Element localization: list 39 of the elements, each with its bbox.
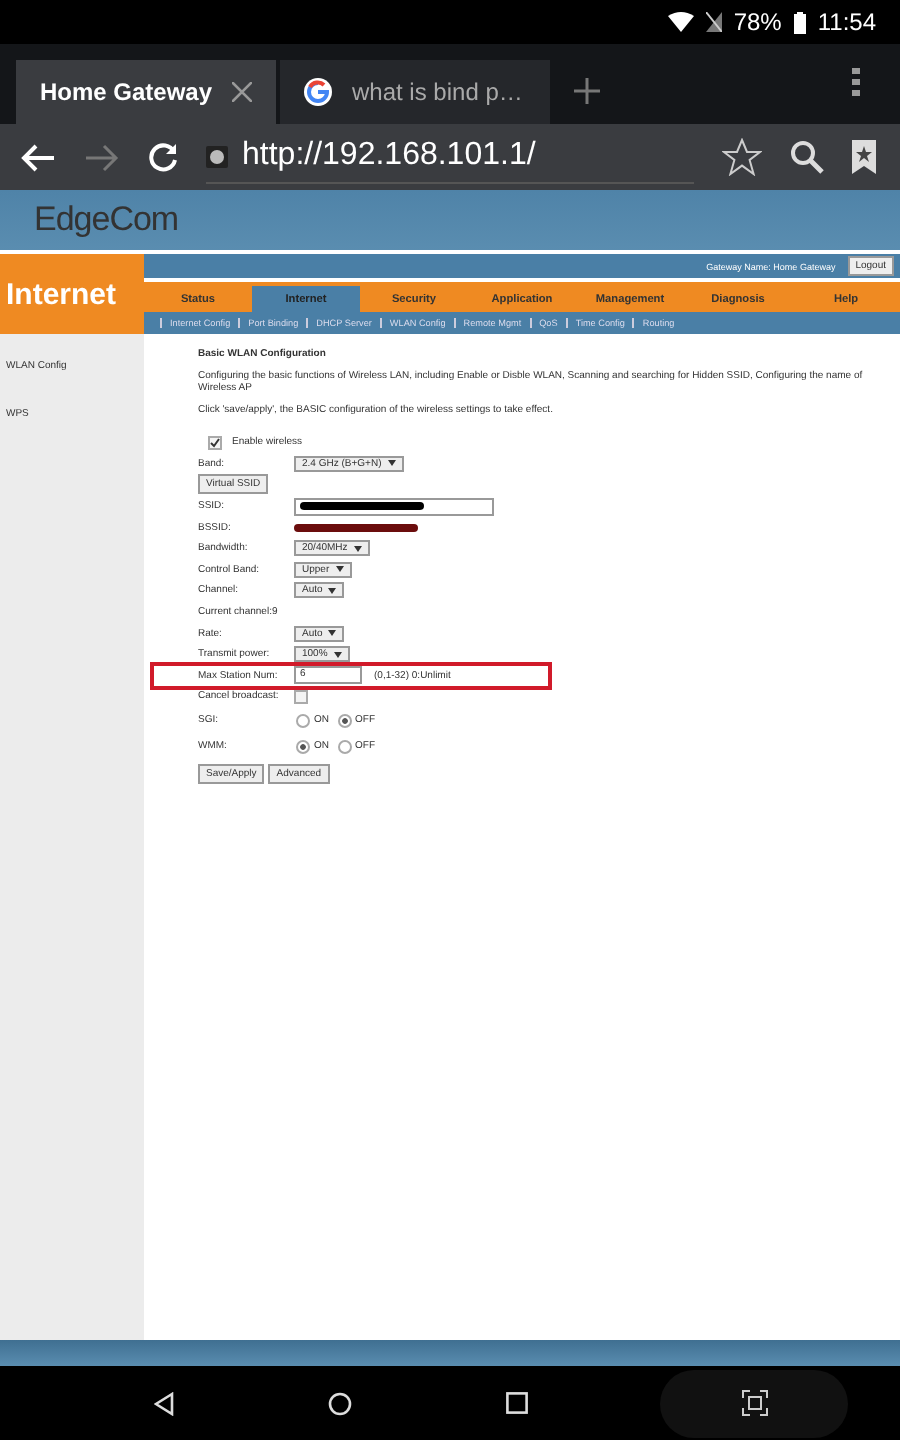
caret-icon [353, 545, 362, 552]
clock: 11:54 [817, 8, 876, 36]
recents-icon[interactable] [506, 1392, 528, 1414]
screenshot-icon [741, 1390, 767, 1416]
forward-icon[interactable] [84, 143, 120, 171]
search-icon[interactable] [790, 140, 824, 174]
bookmark-icon[interactable] [852, 140, 876, 174]
no-sim-icon [705, 12, 722, 32]
redaction-mark [294, 523, 418, 532]
browser-tab[interactable]: what is bind p… [280, 60, 550, 124]
caret-icon [335, 566, 344, 573]
caret-icon [328, 630, 337, 637]
wifi-icon [667, 12, 694, 32]
caret-icon [333, 651, 342, 658]
menu-icon[interactable] [852, 68, 860, 96]
caret-icon [328, 587, 337, 594]
radio-button[interactable] [337, 739, 351, 754]
back-icon[interactable] [154, 1391, 174, 1415]
browser-tab[interactable]: Home Gateway [16, 60, 276, 124]
radio-button[interactable] [296, 713, 310, 728]
battery-percent: 78% [733, 8, 782, 36]
battery-icon [793, 11, 806, 33]
reload-icon[interactable] [148, 142, 178, 172]
radio-button[interactable] [337, 713, 351, 728]
logo: EdgeCom [34, 200, 179, 240]
tab-title: Home Gateway [40, 78, 213, 106]
input-field[interactable] [294, 497, 494, 516]
star-icon[interactable] [722, 138, 762, 176]
close-icon[interactable] [232, 82, 252, 102]
new-tab-icon[interactable] [574, 78, 600, 104]
globe-icon [206, 145, 228, 167]
radio-button[interactable] [296, 739, 310, 754]
redaction-mark [300, 502, 424, 511]
home-icon[interactable] [328, 1391, 352, 1415]
checkbox[interactable] [208, 435, 222, 450]
caret-icon [387, 460, 396, 467]
section-title: Internet [0, 254, 144, 334]
tab-title: what is bind p… [352, 78, 523, 106]
google-icon [304, 78, 332, 106]
